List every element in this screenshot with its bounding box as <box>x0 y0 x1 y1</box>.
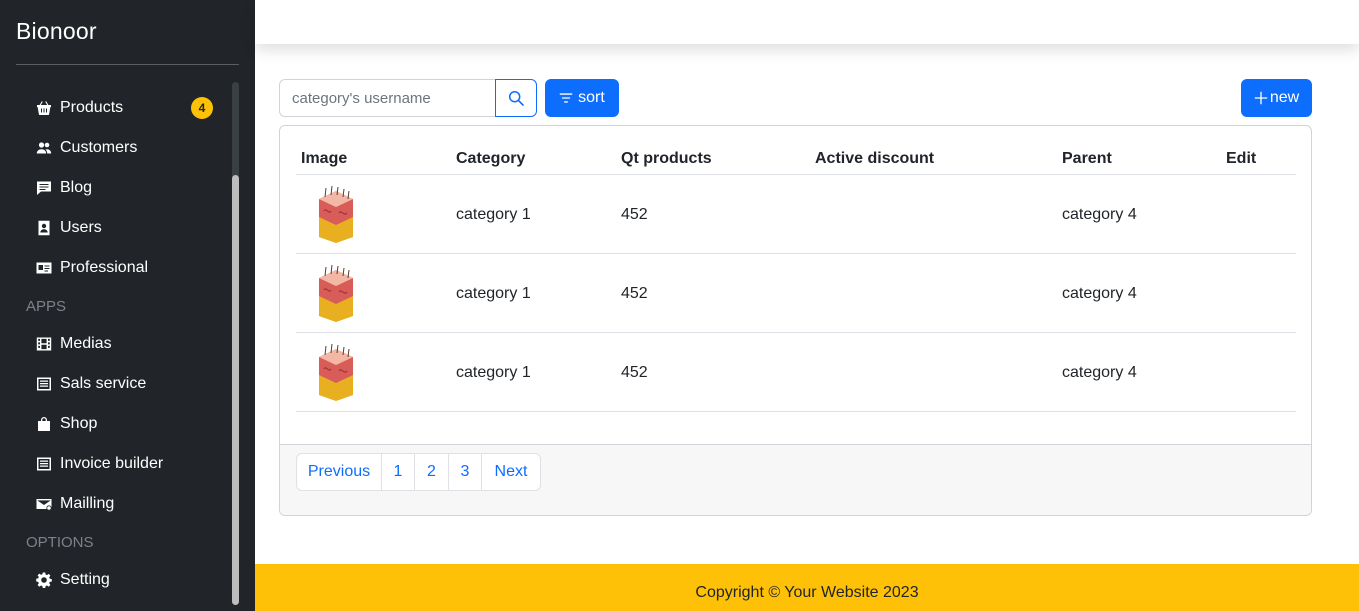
sidebar-item-professional[interactable]: Professional <box>0 248 232 288</box>
sidebar-item-label: Professional <box>60 259 149 276</box>
category-cell: category 1 <box>456 206 531 223</box>
plus-icon <box>1254 91 1268 105</box>
pagination-page-2[interactable]: 2 <box>415 454 449 490</box>
categories-table: Image Category Qt products Active discou… <box>296 142 1296 412</box>
sidebar-item-label: Customers <box>60 139 138 156</box>
sidebar-item-label: Setting <box>60 571 110 588</box>
sidebar-nav: Products 4 Customers Blog Users Professi… <box>0 88 232 600</box>
brand-title[interactable]: Bionoor <box>16 18 97 45</box>
film-icon <box>35 336 52 353</box>
sidebar-item-blog[interactable]: Blog <box>0 168 232 208</box>
sidebar-item-shop[interactable]: Shop <box>0 404 232 444</box>
person-badge-icon <box>35 220 52 237</box>
category-thumbnail <box>319 185 353 243</box>
pagination-page-1[interactable]: 1 <box>382 454 415 490</box>
pagination-page-3[interactable]: 3 <box>449 454 482 490</box>
qt-products-cell: 452 <box>621 206 648 223</box>
sidebar-item-medias[interactable]: Medias <box>0 324 232 364</box>
sidebar-item-label: Sals service <box>60 375 147 392</box>
people-icon <box>35 140 52 157</box>
sidebar-item-setting[interactable]: Setting <box>0 560 232 600</box>
sort-button-label: sort <box>578 89 605 106</box>
card-footer: Previous 1 2 3 Next <box>280 444 1311 515</box>
list-icon <box>35 376 52 393</box>
sidebar-item-label: Users <box>60 219 102 236</box>
search-button[interactable] <box>495 79 537 117</box>
sidebar-item-mailling[interactable]: Mailling <box>0 484 232 524</box>
section-heading-options: OPTIONS <box>26 533 94 551</box>
top-navbar <box>255 0 1359 44</box>
envelope-icon <box>35 496 52 513</box>
table-row: category 1 452 category 4 <box>296 333 1296 412</box>
sidebar-item-label: Blog <box>60 179 93 196</box>
pagination-previous[interactable]: Previous <box>297 454 382 490</box>
filter-icon <box>559 93 573 103</box>
sidebar-item-customers[interactable]: Customers <box>0 128 232 168</box>
column-header-qt-products: Qt products <box>621 150 712 167</box>
table-header: Image Category Qt products Active discou… <box>296 142 1296 175</box>
new-button[interactable]: new <box>1241 79 1312 117</box>
sidebar-item-label: Medias <box>60 335 112 352</box>
gear-icon <box>35 572 52 589</box>
sidebar-item-sals-service[interactable]: Sals service <box>0 364 232 404</box>
copyright-text: Copyright © Your Website 2023 <box>695 583 919 601</box>
sidebar-item-label: Shop <box>60 415 98 432</box>
column-header-image: Image <box>301 150 348 167</box>
search-icon <box>508 90 524 106</box>
column-header-active-discount: Active discount <box>815 150 935 167</box>
parent-cell: category 4 <box>1062 364 1137 381</box>
category-cell: category 1 <box>456 285 531 302</box>
section-heading-apps: APPS <box>26 297 67 315</box>
id-card-icon <box>35 260 52 277</box>
bag-icon <box>35 416 52 433</box>
category-thumbnail <box>319 264 353 322</box>
search-input[interactable] <box>279 79 496 117</box>
column-header-edit: Edit <box>1226 150 1257 167</box>
category-thumbnail <box>319 343 353 401</box>
sidebar-scrollbar-thumb[interactable] <box>232 175 239 605</box>
column-header-category: Category <box>456 150 526 167</box>
qt-products-cell: 452 <box>621 285 648 302</box>
sidebar: Bionoor Products 4 Customers Blog Users … <box>0 0 255 611</box>
table-row: category 1 452 category 4 <box>296 254 1296 333</box>
sidebar-item-users[interactable]: Users <box>0 208 232 248</box>
divider <box>16 64 239 65</box>
pagination-next[interactable]: Next <box>482 454 540 490</box>
sidebar-item-label: Invoice builder <box>60 455 164 472</box>
pagination: Previous 1 2 3 Next <box>296 453 541 491</box>
sidebar-item-invoice-builder[interactable]: Invoice builder <box>0 444 232 484</box>
categories-card: Image Category Qt products Active discou… <box>279 125 1312 516</box>
sidebar-item-products[interactable]: Products 4 <box>0 88 232 128</box>
list-icon <box>35 456 52 473</box>
qt-products-cell: 452 <box>621 364 648 381</box>
sidebar-item-label: Products <box>60 99 124 116</box>
category-cell: category 1 <box>456 364 531 381</box>
sidebar-item-label: Mailling <box>60 495 115 512</box>
basket-icon <box>35 100 52 117</box>
count-badge: 4 <box>191 97 213 119</box>
page-footer: Copyright © Your Website 2023 <box>255 564 1359 611</box>
table-row: category 1 452 category 4 <box>296 175 1296 254</box>
column-header-parent: Parent <box>1062 150 1112 167</box>
parent-cell: category 4 <box>1062 285 1137 302</box>
sort-button[interactable]: sort <box>545 79 619 117</box>
chat-icon <box>35 180 52 197</box>
new-button-label: new <box>1269 89 1300 106</box>
parent-cell: category 4 <box>1062 206 1137 223</box>
